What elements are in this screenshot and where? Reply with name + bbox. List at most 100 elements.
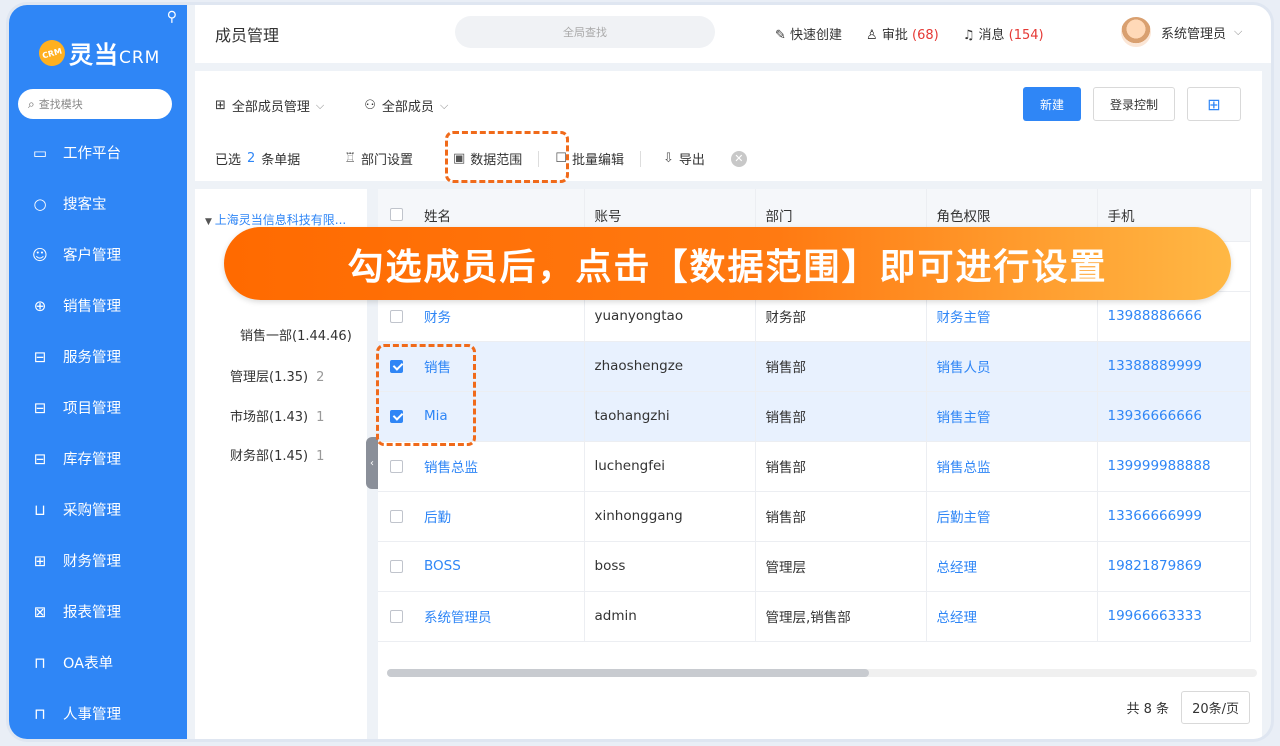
chevron-down-icon: ⌵ xyxy=(316,99,324,113)
sidebar-item-oa[interactable]: ⊓OA表单 xyxy=(9,637,187,688)
tree-item[interactable]: 销售一部(1.44.46) xyxy=(240,325,360,344)
sidebar-item-hr[interactable]: ⊓人事管理 xyxy=(9,688,187,739)
phone-link[interactable]: 13388889999 xyxy=(1097,341,1250,391)
row-checkbox[interactable] xyxy=(390,560,403,573)
messages-button[interactable]: ♫ 消息 (154) xyxy=(963,24,1044,43)
filters: ⊞全部成员管理⌵ ⚇全部成员⌵ xyxy=(215,96,448,115)
user-name: 系统管理员 xyxy=(1161,23,1226,42)
sidebar-item-label: 报表管理 xyxy=(63,601,121,622)
phone-link[interactable]: 19966663333 xyxy=(1097,591,1250,641)
selected-prefix: 已选 xyxy=(215,149,241,168)
table-row[interactable]: 后勤 xinhonggang 销售部 后勤主管 13366666999 xyxy=(378,491,1250,541)
sidebar-item-soukebao[interactable]: ○搜客宝 xyxy=(9,178,187,229)
logo-name: 灵当 xyxy=(69,41,119,69)
sidebar-item-label: 人事管理 xyxy=(63,703,121,724)
table-row[interactable]: 销售总监 luchengfei 销售部 销售总监 139999988888 xyxy=(378,441,1250,491)
role-link[interactable]: 销售主管 xyxy=(926,391,1097,441)
quick-create-label: 快速创建 xyxy=(790,28,842,43)
member-name-link[interactable]: BOSS xyxy=(414,541,584,591)
box-icon: ⊟ xyxy=(31,450,49,468)
header-actions: ✎ 快速创建 ♙ 审批 (68) ♫ 消息 (154) xyxy=(775,24,1044,43)
member-filter-label: 全部成员 xyxy=(382,96,434,115)
tree-root[interactable]: ▼ 上海灵当信息科技有限... xyxy=(205,211,346,228)
sidebar-item-inventory[interactable]: ⊟库存管理 xyxy=(9,433,187,484)
search-icon: ⌕ xyxy=(28,97,35,112)
messages-count: (154) xyxy=(1009,28,1044,43)
dept-cell: 管理层 xyxy=(755,541,926,591)
sidebar-item-label: 项目管理 xyxy=(63,397,121,418)
dept-cell: 销售部 xyxy=(755,441,926,491)
phone-link[interactable]: 139999988888 xyxy=(1097,441,1250,491)
table-row[interactable]: 销售 zhaoshengze 销售部 销售人员 13388889999 xyxy=(378,341,1250,391)
sidebar-item-projects[interactable]: ⊟项目管理 xyxy=(9,382,187,433)
table-row[interactable]: Mia taohangzhi 销售部 销售主管 13936666666 xyxy=(378,391,1250,441)
approve-count: (68) xyxy=(912,28,939,43)
clear-selection-icon[interactable]: ✕ xyxy=(731,151,747,167)
sidebar-item-workbench[interactable]: ▭工作平台 xyxy=(9,127,187,178)
member-filter-dropdown[interactable]: ⚇全部成员⌵ xyxy=(364,96,448,115)
row-checkbox-cell[interactable] xyxy=(378,491,414,541)
horizontal-scrollbar[interactable] xyxy=(387,669,1257,677)
tree-item[interactable]: 管理层(1.35)2 xyxy=(230,366,324,385)
scope-filter-dropdown[interactable]: ⊞全部成员管理⌵ xyxy=(215,96,324,115)
member-name-link[interactable]: 销售总监 xyxy=(414,441,584,491)
global-search-input[interactable]: 全局查找 xyxy=(455,16,715,48)
users-icon: ☺ xyxy=(31,246,49,264)
role-link[interactable]: 总经理 xyxy=(926,591,1097,641)
account-cell: xinhonggang xyxy=(584,491,755,541)
approve-label: 审批 xyxy=(882,28,908,43)
role-link[interactable]: 后勤主管 xyxy=(926,491,1097,541)
row-checkbox-cell[interactable] xyxy=(378,541,414,591)
logo-badge: CRM xyxy=(36,37,68,69)
table-row[interactable]: BOSS boss 管理层 总经理 19821879869 xyxy=(378,541,1250,591)
sidebar-item-label: 搜客宝 xyxy=(63,193,107,214)
row-checkbox-cell[interactable] xyxy=(378,591,414,641)
sidebar-item-label: OA表单 xyxy=(63,652,113,673)
table-row[interactable]: 系统管理员 admin 管理层,销售部 总经理 19966663333 xyxy=(378,591,1250,641)
toolbar-panel: ⊞全部成员管理⌵ ⚇全部成员⌵ 新建 登录控制 ⊞ 已选 2 条单据 ♖部门设置… xyxy=(195,71,1262,181)
divider xyxy=(640,151,641,167)
page-size-select[interactable]: 20条/页 xyxy=(1181,691,1250,724)
pin-icon[interactable]: ⚲ xyxy=(167,9,177,25)
member-name-link[interactable]: 后勤 xyxy=(414,491,584,541)
messages-label: 消息 xyxy=(978,28,1004,43)
collapse-tree-icon[interactable]: ‹ xyxy=(366,437,378,489)
phone-link[interactable]: 19821879869 xyxy=(1097,541,1250,591)
account-cell: luchengfei xyxy=(584,441,755,491)
sidebar-item-customers[interactable]: ☺客户管理 xyxy=(9,229,187,280)
row-checkbox-cell[interactable] xyxy=(378,441,414,491)
row-checkbox[interactable] xyxy=(390,510,403,523)
tree-item[interactable]: 财务部(1.45)1 xyxy=(230,445,324,464)
row-checkbox[interactable] xyxy=(390,610,403,623)
role-link[interactable]: 销售人员 xyxy=(926,341,1097,391)
role-link[interactable]: 总经理 xyxy=(926,541,1097,591)
sidebar-item-sales[interactable]: ⊕销售管理 xyxy=(9,280,187,331)
new-button[interactable]: 新建 xyxy=(1023,87,1081,121)
role-link[interactable]: 销售总监 xyxy=(926,441,1097,491)
row-checkbox[interactable] xyxy=(390,310,403,323)
sidebar: ⚲ CRM 灵当CRM ⌕ 查找模块 ▭工作平台 ○搜客宝 ☺客户管理 ⊕销售管… xyxy=(9,5,187,739)
tree-item[interactable]: 市场部(1.43)1 xyxy=(230,406,324,425)
monitor-icon: ▭ xyxy=(31,144,49,162)
logo: CRM 灵当CRM xyxy=(39,35,160,70)
dept-setting-button[interactable]: ♖部门设置 xyxy=(344,149,413,168)
phone-link[interactable]: 13366666999 xyxy=(1097,491,1250,541)
row-checkbox[interactable] xyxy=(390,460,403,473)
export-icon: ⇩ xyxy=(663,151,674,166)
sidebar-item-purchase[interactable]: ⊔采购管理 xyxy=(9,484,187,535)
approve-button[interactable]: ♙ 审批 (68) xyxy=(866,24,939,43)
scrollbar-thumb[interactable] xyxy=(387,669,869,677)
phone-link[interactable]: 13936666666 xyxy=(1097,391,1250,441)
module-search-input[interactable]: ⌕ 查找模块 xyxy=(18,89,172,119)
sidebar-item-service[interactable]: ⊟服务管理 xyxy=(9,331,187,382)
quick-create-button[interactable]: ✎ 快速创建 xyxy=(775,24,842,43)
sidebar-item-reports[interactable]: ⊠报表管理 xyxy=(9,586,187,637)
user-menu[interactable]: 系统管理员 ⌵ xyxy=(1119,15,1242,49)
export-button[interactable]: ⇩导出 xyxy=(663,149,705,168)
member-name-link[interactable]: 系统管理员 xyxy=(414,591,584,641)
app-grid-icon[interactable]: ⊞ xyxy=(1187,87,1241,121)
select-all-checkbox[interactable] xyxy=(390,208,403,221)
sidebar-item-finance[interactable]: ⊞财务管理 xyxy=(9,535,187,586)
dept-cell: 管理层,销售部 xyxy=(755,591,926,641)
login-control-button[interactable]: 登录控制 xyxy=(1093,87,1175,121)
